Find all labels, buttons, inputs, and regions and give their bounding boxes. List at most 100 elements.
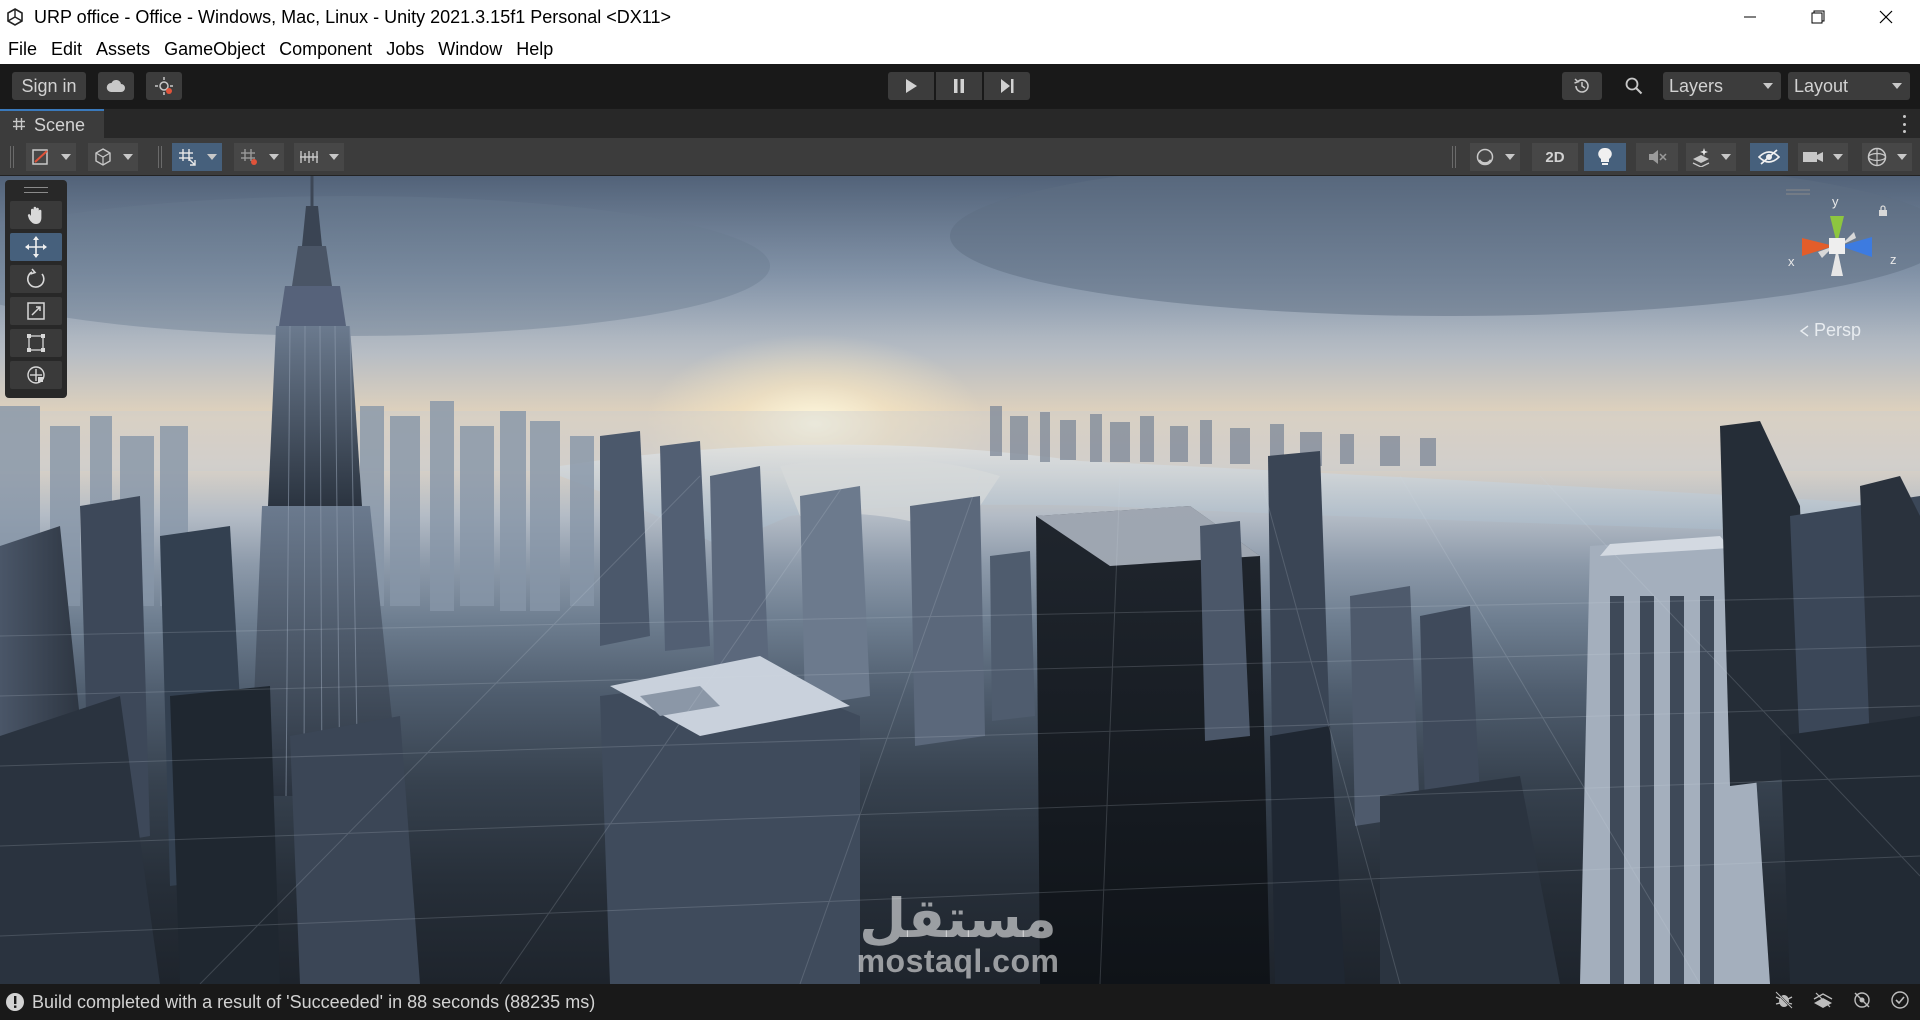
transform-tool-icon[interactable] [10,361,62,389]
watermark-arabic: مستقل [859,889,1057,949]
lock-icon[interactable] [1878,204,1888,222]
scene-hash-icon [12,115,26,136]
progress-icon[interactable] [1812,991,1834,1014]
audio-mute-icon[interactable] [1636,143,1678,171]
rect-tool-icon[interactable] [10,329,62,357]
menu-edit[interactable]: Edit [45,39,88,60]
menu-window[interactable]: Window [432,39,508,60]
menu-help[interactable]: Help [510,39,559,60]
draw-mode-icon[interactable] [26,143,56,171]
menu-assets[interactable]: Assets [90,39,156,60]
move-tool-icon[interactable] [10,233,62,261]
play-icon[interactable] [888,72,934,100]
sign-in-button[interactable]: Sign in [12,72,86,100]
increment-snap-group [234,143,284,171]
scene-tab-bar: Scene [0,108,1920,139]
draw-mode-group [26,143,76,171]
search-icon[interactable] [1612,72,1656,100]
tool-palette [5,180,67,398]
toolbar-grip [158,146,164,168]
chevron-down-icon[interactable] [1716,143,1736,171]
chevron-down-icon[interactable] [1892,143,1912,171]
scene-tab-label: Scene [34,114,86,135]
check-icon[interactable] [1890,990,1910,1015]
effects-icon[interactable] [1686,143,1716,171]
projection-label: Persp [1814,320,1862,340]
hand-tool-icon[interactable] [10,201,62,229]
mode-2d-group: 2D [1532,143,1578,171]
watermark-latin: mostaql.com [856,943,1060,979]
toolbar-grip [10,146,16,168]
toolbar-grip [1452,146,1458,168]
grid-snap-group [172,143,222,171]
status-bar: Build completed with a result of 'Succee… [0,984,1920,1020]
chevron-down-icon[interactable] [56,143,76,171]
info-icon[interactable] [4,991,26,1013]
toggle-2d-button[interactable]: 2D [1532,143,1578,171]
lighting-group [1584,143,1626,171]
chevron-down-icon [1763,83,1773,89]
chevron-down-icon[interactable] [324,143,344,171]
audio-group [1636,143,1678,171]
scale-tool-icon[interactable] [10,297,62,325]
menu-bar: File Edit Assets GameObject Component Jo… [0,34,1920,64]
chevron-down-icon[interactable] [118,143,138,171]
close-icon[interactable] [1852,0,1920,34]
gizmo-axis-x-label: x [1788,254,1795,269]
status-message[interactable]: Build completed with a result of 'Succee… [32,992,595,1013]
chevron-down-icon[interactable] [202,143,222,171]
cloud-icon[interactable] [98,72,134,100]
network-icon[interactable] [1852,990,1872,1015]
lighting-icon[interactable] [1584,143,1626,171]
gizmo-axis-y-label: y [1832,194,1839,209]
step-icon[interactable] [984,72,1030,100]
camera-group [1798,143,1848,171]
render-mode-icon[interactable] [88,143,118,171]
pause-icon[interactable] [936,72,982,100]
increment-snap-icon[interactable] [234,143,264,171]
rotate-tool-icon[interactable] [10,265,62,293]
gizmos-icon[interactable] [1862,143,1892,171]
chevron-down-icon[interactable] [264,143,284,171]
hidden-visibility-icon[interactable] [1750,143,1788,171]
menu-file[interactable]: File [2,39,43,60]
history-icon[interactable] [1562,72,1602,100]
gizmos-group [1862,143,1912,171]
title-bar: URP office - Office - Windows, Mac, Linu… [0,0,1920,34]
layers-label: Layers [1669,75,1724,96]
minimize-icon[interactable] [1716,0,1784,34]
main-toolbar: Sign in Layers Layout [0,64,1920,108]
chevron-down-icon [1892,83,1902,89]
render-mode-group [88,143,138,171]
watermark: مستقل mostaql.com [842,889,1074,979]
city-skyline-render [0,176,1920,984]
menu-jobs[interactable]: Jobs [380,39,430,60]
shading-sphere-icon[interactable] [1470,143,1500,171]
more-options-icon[interactable] [1902,115,1906,133]
scene-toolbar: 2D [0,138,1920,176]
menu-gameobject[interactable]: GameObject [158,39,271,60]
chevron-down-icon[interactable] [1828,143,1848,171]
palette-handle[interactable] [24,187,48,193]
chevron-down-icon[interactable] [1500,143,1520,171]
projection-toggle[interactable]: Persp [1798,320,1861,341]
scene-viewport[interactable] [0,176,1920,984]
collab-icon[interactable] [146,72,182,100]
window-title: URP office - Office - Windows, Mac, Linu… [34,6,671,27]
grid-snap-icon[interactable] [172,143,202,171]
chevron-left-icon [1799,324,1809,337]
ruler-icon[interactable] [294,143,324,171]
debug-icon[interactable] [1774,990,1794,1015]
menu-component[interactable]: Component [273,39,378,60]
visibility-group [1750,143,1788,171]
effects-group [1686,143,1736,171]
restore-icon[interactable] [1784,0,1852,34]
unity-logo-icon [4,6,26,28]
shading-group [1470,143,1520,171]
tab-scene[interactable]: Scene [0,109,104,139]
gizmo-axis-z-label: z [1890,252,1897,267]
layers-dropdown[interactable]: Layers [1663,72,1781,100]
layout-dropdown[interactable]: Layout [1788,72,1910,100]
camera-icon[interactable] [1798,143,1828,171]
layout-label: Layout [1794,75,1849,96]
